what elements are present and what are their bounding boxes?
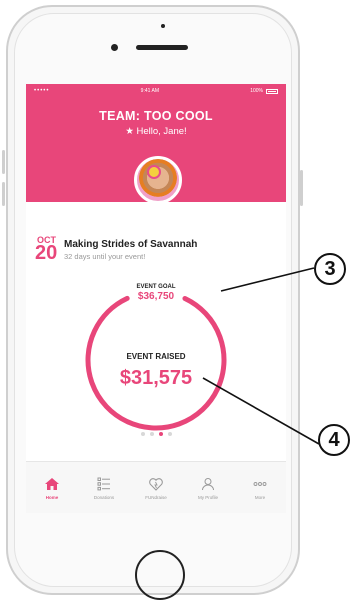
callout-4-line xyxy=(202,377,320,445)
callout-3-line xyxy=(220,267,315,292)
callout-3: 3 xyxy=(314,253,346,285)
callout-4: 4 xyxy=(318,424,350,456)
callout-lines xyxy=(202,267,320,445)
